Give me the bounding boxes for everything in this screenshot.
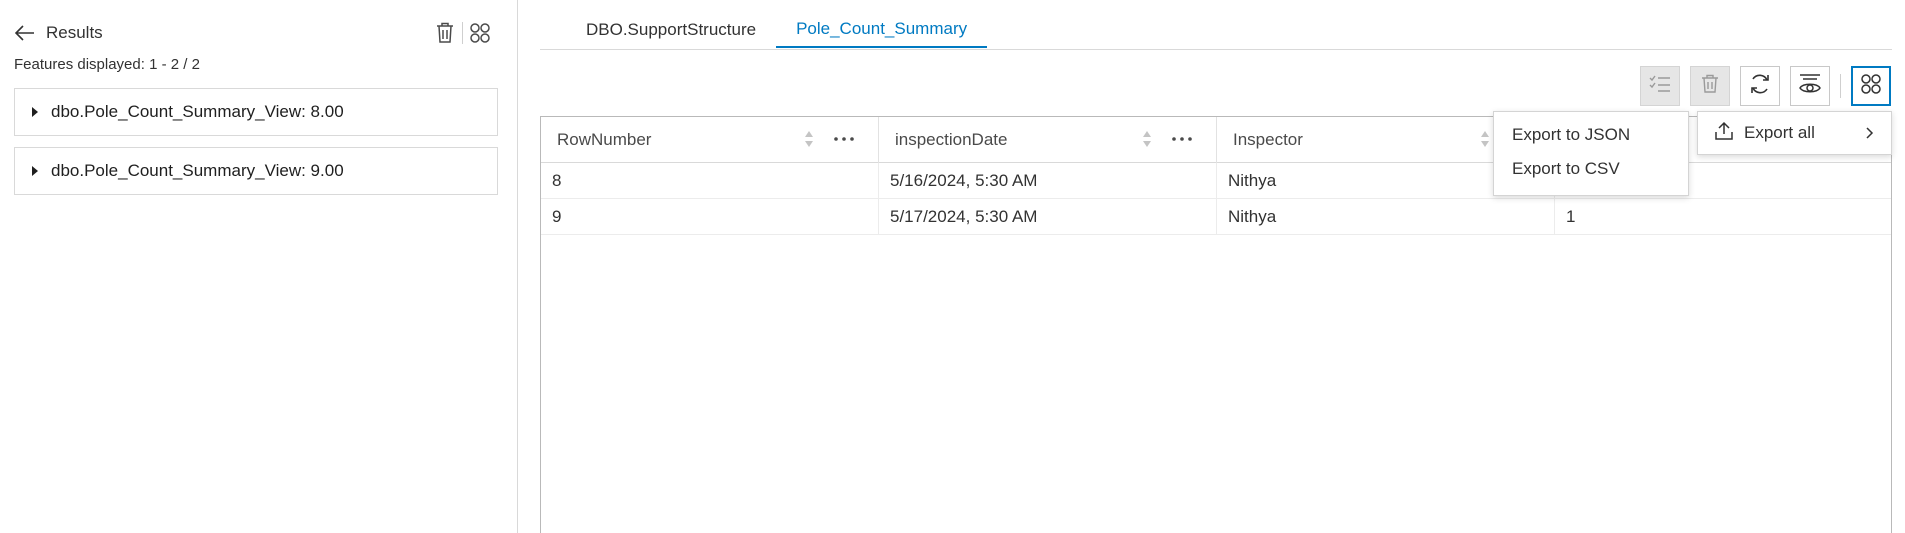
- table-cell: 1: [1566, 207, 1576, 226]
- filter-visibility-button[interactable]: [1790, 66, 1830, 106]
- visibility-filter-icon: [1798, 73, 1822, 100]
- table-cell: Nithya: [1217, 199, 1555, 235]
- table-toolbar: [1630, 66, 1891, 106]
- feature-group-1[interactable]: dbo.Pole_Count_Summary_View: 8.00: [14, 88, 498, 136]
- toolbar-divider: [1840, 74, 1841, 98]
- export-icon: [1714, 121, 1734, 146]
- chevron-right-icon: [1861, 124, 1879, 142]
- refresh-button[interactable]: [1740, 66, 1780, 106]
- table-cell: 5/17/2024, 5:30 AM: [879, 199, 1217, 235]
- results-actions: [432, 20, 493, 46]
- table-cell: 9: [541, 199, 879, 235]
- table-tabs: DBO.SupportStructure Pole_Count_Summary: [566, 12, 988, 48]
- actions-divider: [462, 22, 463, 44]
- results-panel: Results Features displayed: 1 - 2 / 2 db…: [0, 0, 518, 533]
- column-header-label: inspectionDate: [895, 130, 1008, 149]
- grid-options-icon: [1860, 73, 1882, 100]
- column-header-label: RowNumber: [557, 130, 652, 149]
- column-header-inspectiondate[interactable]: inspectionDate: [879, 117, 1217, 163]
- tab-support-structure[interactable]: DBO.SupportStructure: [566, 12, 776, 48]
- sort-icon[interactable]: [803, 129, 817, 149]
- more-options-icon[interactable]: [1169, 129, 1195, 149]
- column-header-label: Inspector: [1233, 130, 1303, 149]
- export-json-menu-item[interactable]: Export to JSON: [1494, 118, 1688, 152]
- table-cell: 5/16/2024, 5:30 AM: [879, 163, 1217, 199]
- trash-icon: [1701, 74, 1719, 99]
- caret-right-icon: [31, 106, 41, 118]
- tab-pole-count-summary[interactable]: Pole_Count_Summary: [776, 12, 988, 48]
- feature-group-label: dbo.Pole_Count_Summary_View: 9.00: [51, 161, 344, 180]
- feature-group-2[interactable]: dbo.Pole_Count_Summary_View: 9.00: [14, 147, 498, 195]
- attribute-table: RowNumber inspectionDate Inspector 8 5/1…: [540, 116, 1892, 533]
- sort-icon[interactable]: [1141, 129, 1155, 149]
- export-csv-menu-item[interactable]: Export to CSV: [1494, 152, 1688, 186]
- show-selection-button[interactable]: [1640, 66, 1680, 106]
- delete-selection-button[interactable]: [1690, 66, 1730, 106]
- table-cell: 8: [541, 163, 879, 199]
- results-header: Results: [14, 20, 103, 46]
- arrow-left-icon[interactable]: [14, 22, 36, 44]
- export-submenu: Export to JSON Export to CSV: [1493, 111, 1689, 196]
- trash-icon[interactable]: [432, 20, 458, 46]
- export-all-menu-item[interactable]: Export all: [1697, 111, 1892, 155]
- options-button[interactable]: [1851, 66, 1891, 106]
- sort-icon[interactable]: [1479, 129, 1493, 149]
- grid-options-icon[interactable]: [467, 20, 493, 46]
- caret-right-icon: [31, 165, 41, 177]
- export-all-label: Export all: [1744, 123, 1815, 142]
- more-options-icon[interactable]: [831, 129, 857, 149]
- features-displayed-count: Features displayed: 1 - 2 / 2: [14, 56, 200, 73]
- table-row[interactable]: 9 5/17/2024, 5:30 AM Nithya 1: [541, 199, 1891, 235]
- results-title: Results: [46, 23, 103, 42]
- checklist-icon: [1649, 75, 1671, 98]
- refresh-icon: [1749, 73, 1771, 100]
- feature-group-label: dbo.Pole_Count_Summary_View: 8.00: [51, 102, 344, 121]
- tabs-divider: [540, 49, 1892, 50]
- column-header-rownumber[interactable]: RowNumber: [541, 117, 879, 163]
